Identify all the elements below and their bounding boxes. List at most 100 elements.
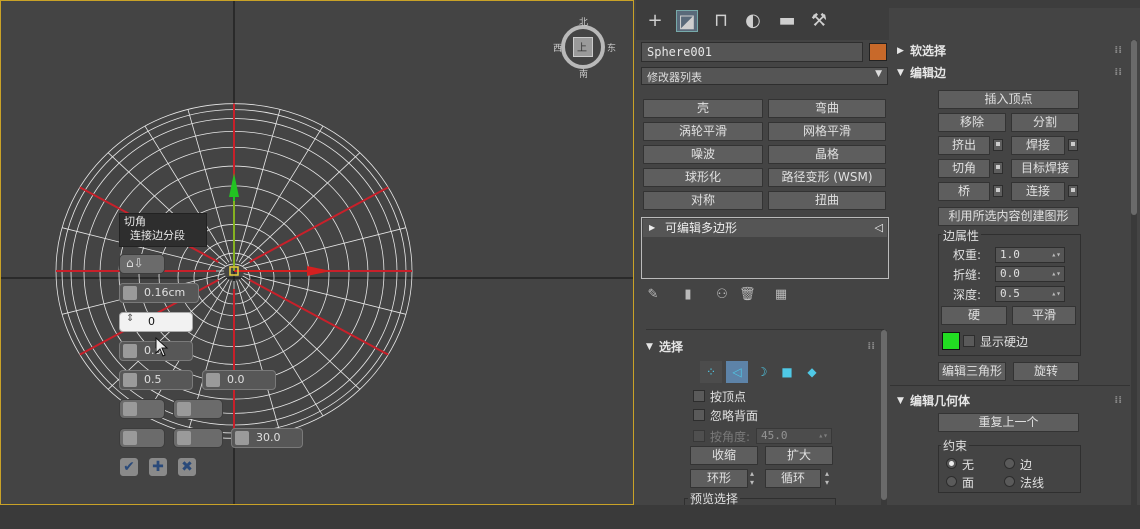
- loop-spinner-icon[interactable]: ▴ ▾: [825, 469, 835, 487]
- create-icon[interactable]: +: [644, 10, 666, 32]
- perspective-viewport[interactable]: 上 北 南 西 东 切角 连接边分段 ⌂⇩ 0.16cm ⇕ 0 0.0 0.5 …: [0, 0, 634, 505]
- sphere-wireframe: [1, 1, 633, 504]
- bridge-button[interactable]: 桥: [938, 182, 990, 201]
- constraint-normal-radio[interactable]: [1004, 476, 1015, 487]
- utilities-icon[interactable]: ⚒: [808, 10, 830, 32]
- weld-settings-button[interactable]: [1068, 139, 1078, 151]
- crease-spinner[interactable]: 0.0 ▴▾: [995, 266, 1065, 282]
- target-weld-button[interactable]: 目标焊接: [1011, 159, 1079, 178]
- modifier-meshsmooth-button[interactable]: 网格平滑: [768, 122, 886, 141]
- create-shape-button[interactable]: 利用所选内容创建图形: [938, 207, 1079, 226]
- motion-icon[interactable]: ◐: [742, 10, 764, 32]
- cancel-button[interactable]: ✖: [177, 457, 197, 477]
- chamfer-amount-field[interactable]: 0.16cm: [119, 283, 199, 303]
- chamfer-button[interactable]: 切角: [938, 159, 990, 178]
- pin-stack-icon[interactable]: ✎: [645, 287, 661, 305]
- invert-open-toggle[interactable]: [173, 399, 223, 419]
- bridge-settings-button[interactable]: [993, 185, 1003, 197]
- constraint-face-radio[interactable]: [946, 476, 957, 487]
- modifier-stack[interactable]: ▶ 可编辑多边形 ◁: [641, 217, 889, 279]
- hierarchy-icon[interactable]: ⊓: [710, 10, 732, 32]
- grow-button[interactable]: 扩大: [765, 446, 833, 465]
- hard-edge-color-swatch[interactable]: [942, 332, 960, 350]
- modifier-lattice-button[interactable]: 晶格: [768, 145, 886, 164]
- edit-triangulation-button[interactable]: 编辑三角形: [938, 362, 1006, 381]
- ignore-backfacing-checkbox[interactable]: [693, 409, 705, 421]
- modifier-path-deform-button[interactable]: 路径变形 (WSM): [768, 168, 886, 187]
- chamfer-width-field[interactable]: 0.0: [202, 370, 276, 390]
- subobject-border-icon[interactable]: ☽: [751, 361, 773, 383]
- by-angle-spinner[interactable]: 45.0 ▴▾: [756, 428, 832, 444]
- constraint-edge-radio[interactable]: [1004, 458, 1015, 469]
- hard-button[interactable]: 硬: [941, 306, 1007, 325]
- modifier-list-dropdown[interactable]: 修改器列表 ▼: [641, 67, 888, 85]
- modifier-bend-button[interactable]: 弯曲: [768, 99, 886, 118]
- weld-button[interactable]: 焊接: [1011, 136, 1065, 155]
- chamfer-type-button[interactable]: ⌂⇩: [119, 254, 165, 274]
- modifier-twist-button[interactable]: 扭曲: [768, 191, 886, 210]
- segments-spinner-icon: ⇕: [126, 313, 135, 324]
- chamfer-segments-field[interactable]: ⇕ 0: [119, 312, 193, 332]
- show-hard-edges-checkbox[interactable]: [963, 335, 975, 347]
- modifier-spherify-button[interactable]: 球形化: [643, 168, 763, 187]
- remove-modifier-icon[interactable]: 🗑: [739, 287, 756, 305]
- repeat-last-button[interactable]: 重复上一个: [938, 413, 1079, 432]
- smooth-button[interactable]: 平滑: [1012, 306, 1076, 325]
- subobject-element-icon[interactable]: ◆: [801, 361, 823, 383]
- connect-settings-button[interactable]: [1068, 185, 1078, 197]
- object-color-swatch[interactable]: [869, 43, 887, 61]
- grid-icon: [123, 402, 137, 416]
- ok-button[interactable]: ✔: [119, 457, 139, 477]
- smooth-toggle[interactable]: [119, 428, 165, 448]
- modifier-shell-button[interactable]: 壳: [643, 99, 763, 118]
- subobject-edge-icon[interactable]: ◁: [726, 361, 748, 383]
- make-unique-icon[interactable]: ⚇: [714, 287, 730, 305]
- amount-icon: [123, 286, 137, 300]
- selection-rollout-header[interactable]: ▼ 选择 ⁞⁞: [641, 337, 881, 357]
- constraint-none-radio[interactable]: [946, 458, 957, 469]
- open-chamfer-toggle[interactable]: [119, 399, 165, 419]
- left-column-scrollbar[interactable]: [881, 330, 887, 505]
- display-icon[interactable]: ▬: [776, 10, 798, 32]
- stack-item-editable-poly[interactable]: ▶ 可编辑多边形 ◁: [643, 219, 887, 237]
- edit-geometry-rollout-header[interactable]: ▼ 编辑几何体 ⁞⁞: [892, 391, 1128, 411]
- show-end-result-icon[interactable]: ▮: [680, 287, 696, 305]
- depth-spinner[interactable]: 0.5 ▴▾: [995, 286, 1065, 302]
- ring-button[interactable]: 环形: [690, 469, 748, 488]
- smooth-angle-field[interactable]: 30.0: [231, 428, 303, 448]
- chamfer-depth-field[interactable]: 0.5: [119, 370, 193, 390]
- apply-continue-button[interactable]: ✚: [148, 457, 168, 477]
- edit-edges-rollout-header[interactable]: ▼ 编辑边 ⁞⁞: [892, 63, 1128, 83]
- check-icon: ✔: [123, 459, 135, 475]
- modifier-turbosmooth-button[interactable]: 涡轮平滑: [643, 122, 763, 141]
- by-angle-value: 45.0: [761, 429, 788, 442]
- extrude-settings-button[interactable]: [993, 139, 1003, 151]
- soft-selection-rollout-header[interactable]: ▶ 软选择 ⁞⁞: [892, 41, 1128, 61]
- modifier-noise-button[interactable]: 噪波: [643, 145, 763, 164]
- tension-icon: [123, 344, 137, 358]
- insert-vertex-button[interactable]: 插入顶点: [938, 90, 1079, 109]
- gizmo-y-arrow: [229, 173, 239, 197]
- right-column-scrollbar[interactable]: [1131, 40, 1137, 505]
- loop-button[interactable]: 循环: [765, 469, 821, 488]
- shrink-button[interactable]: 收缩: [690, 446, 758, 465]
- subobject-polygon-icon[interactable]: ■: [776, 361, 798, 383]
- viewcube[interactable]: 上 北 南 西 东: [553, 18, 616, 80]
- split-button[interactable]: 分割: [1011, 113, 1079, 132]
- extrude-button[interactable]: 挤出: [938, 136, 990, 155]
- configure-sets-icon[interactable]: ▦: [773, 287, 789, 305]
- remove-button[interactable]: 移除: [938, 113, 1006, 132]
- weight-spinner[interactable]: 1.0 ▴▾: [995, 247, 1065, 263]
- chamfer-settings-button[interactable]: [993, 162, 1003, 174]
- ring-spinner-icon[interactable]: ▴ ▾: [750, 469, 760, 487]
- by-angle-checkbox[interactable]: [693, 430, 705, 442]
- connect-button[interactable]: 连接: [1011, 182, 1065, 201]
- smooth-mode-toggle[interactable]: [173, 428, 223, 448]
- mouse-cursor-icon: [155, 337, 169, 357]
- subobject-vertex-icon[interactable]: ⁘: [700, 361, 722, 383]
- modify-icon[interactable]: ◪: [676, 10, 698, 32]
- object-name-field[interactable]: Sphere001: [641, 42, 863, 62]
- turn-button[interactable]: 旋转: [1013, 362, 1079, 381]
- modifier-symmetry-button[interactable]: 对称: [643, 191, 763, 210]
- by-vertex-checkbox[interactable]: [693, 390, 705, 402]
